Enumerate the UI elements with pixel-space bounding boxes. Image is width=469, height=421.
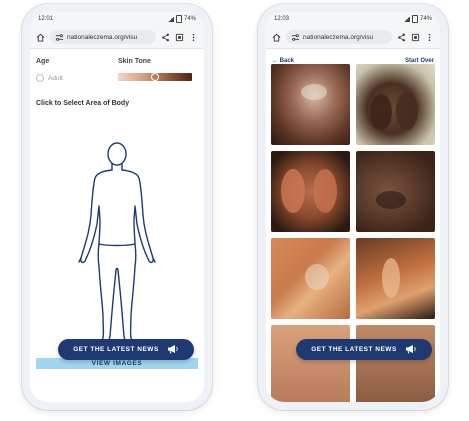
status-bar: 12:03 74% xyxy=(266,12,440,26)
battery-icon xyxy=(175,15,182,23)
tabs-icon[interactable] xyxy=(411,33,420,42)
age-label: Age xyxy=(36,58,50,65)
more-menu-icon[interactable] xyxy=(425,33,434,42)
phone-frame-left: 12:01 74% nationaleczema.org/visu Age Ad… xyxy=(22,4,212,410)
battery-percent: 74% xyxy=(419,16,432,22)
signal-icon xyxy=(403,16,410,22)
share-icon[interactable] xyxy=(161,33,170,42)
skin-tone-field: Skin Tone xyxy=(118,58,192,82)
eczema-image-back-of-hands[interactable] xyxy=(271,151,350,232)
eczema-image-elbow[interactable] xyxy=(271,64,350,145)
url-text: nationaleczema.org/visu xyxy=(303,33,374,41)
filter-row: Age Adult Skin Tone xyxy=(30,48,204,82)
address-bar[interactable]: nationaleczema.org/visu xyxy=(50,30,156,44)
home-icon[interactable] xyxy=(272,33,281,42)
address-bar[interactable]: nationaleczema.org/visu xyxy=(286,30,392,44)
select-area-heading: Click to Select Area of Body xyxy=(36,100,130,107)
battery-icon xyxy=(411,15,418,23)
home-icon[interactable] xyxy=(36,33,45,42)
status-time: 12:03 xyxy=(274,16,290,22)
battery-percent: 74% xyxy=(183,16,196,22)
eczema-image-bottom-left[interactable] xyxy=(271,325,350,402)
latest-news-label: GET THE LATEST NEWS xyxy=(73,346,159,353)
age-field: Age Adult xyxy=(36,58,118,82)
skin-tone-slider[interactable] xyxy=(118,73,192,81)
latest-news-button[interactable]: GET THE LATEST NEWS xyxy=(296,339,432,360)
skin-tone-slider-handle[interactable] xyxy=(151,73,159,81)
share-icon[interactable] xyxy=(397,33,406,42)
status-time: 12:01 xyxy=(38,16,54,22)
latest-news-label: GET THE LATEST NEWS xyxy=(311,346,397,353)
body-left-leg[interactable] xyxy=(98,265,117,343)
eczema-image-hands[interactable] xyxy=(356,64,435,145)
more-menu-icon[interactable] xyxy=(189,33,198,42)
body-torso[interactable] xyxy=(80,169,113,264)
body-map[interactable] xyxy=(30,140,204,350)
status-icons: 74% xyxy=(403,15,432,23)
eczema-image-arm-rash[interactable] xyxy=(356,238,435,319)
status-icons: 74% xyxy=(167,15,196,23)
status-bar: 12:01 74% xyxy=(30,12,204,26)
site-settings-icon[interactable] xyxy=(55,33,64,42)
eczema-image-hand-rash[interactable] xyxy=(271,238,350,319)
url-text: nationaleczema.org/visu xyxy=(67,33,138,41)
megaphone-icon xyxy=(405,344,417,356)
body-outline-figure[interactable] xyxy=(67,140,167,350)
body-right-leg[interactable] xyxy=(117,265,136,343)
browser-toolbar: nationaleczema.org/visu xyxy=(266,26,440,49)
eczema-image-bottom-right[interactable] xyxy=(356,325,435,402)
body-hips[interactable] xyxy=(98,243,137,267)
megaphone-icon xyxy=(167,344,179,356)
browser-toolbar: nationaleczema.org/visu xyxy=(30,26,204,49)
eczema-image-skin-patch[interactable] xyxy=(356,151,435,232)
age-option-label: Adult xyxy=(48,74,63,82)
site-settings-icon[interactable] xyxy=(291,33,300,42)
latest-news-button[interactable]: GET THE LATEST NEWS xyxy=(58,339,194,360)
phone-frame-right: 12:03 74% nationaleczema.org/visu ← Back… xyxy=(258,4,448,410)
age-option-adult[interactable]: Adult xyxy=(36,74,118,82)
tabs-icon[interactable] xyxy=(175,33,184,42)
body-head[interactable] xyxy=(107,142,127,166)
radio-icon[interactable] xyxy=(36,74,44,82)
skin-tone-label: Skin Tone xyxy=(118,58,151,65)
signal-icon xyxy=(167,16,174,22)
